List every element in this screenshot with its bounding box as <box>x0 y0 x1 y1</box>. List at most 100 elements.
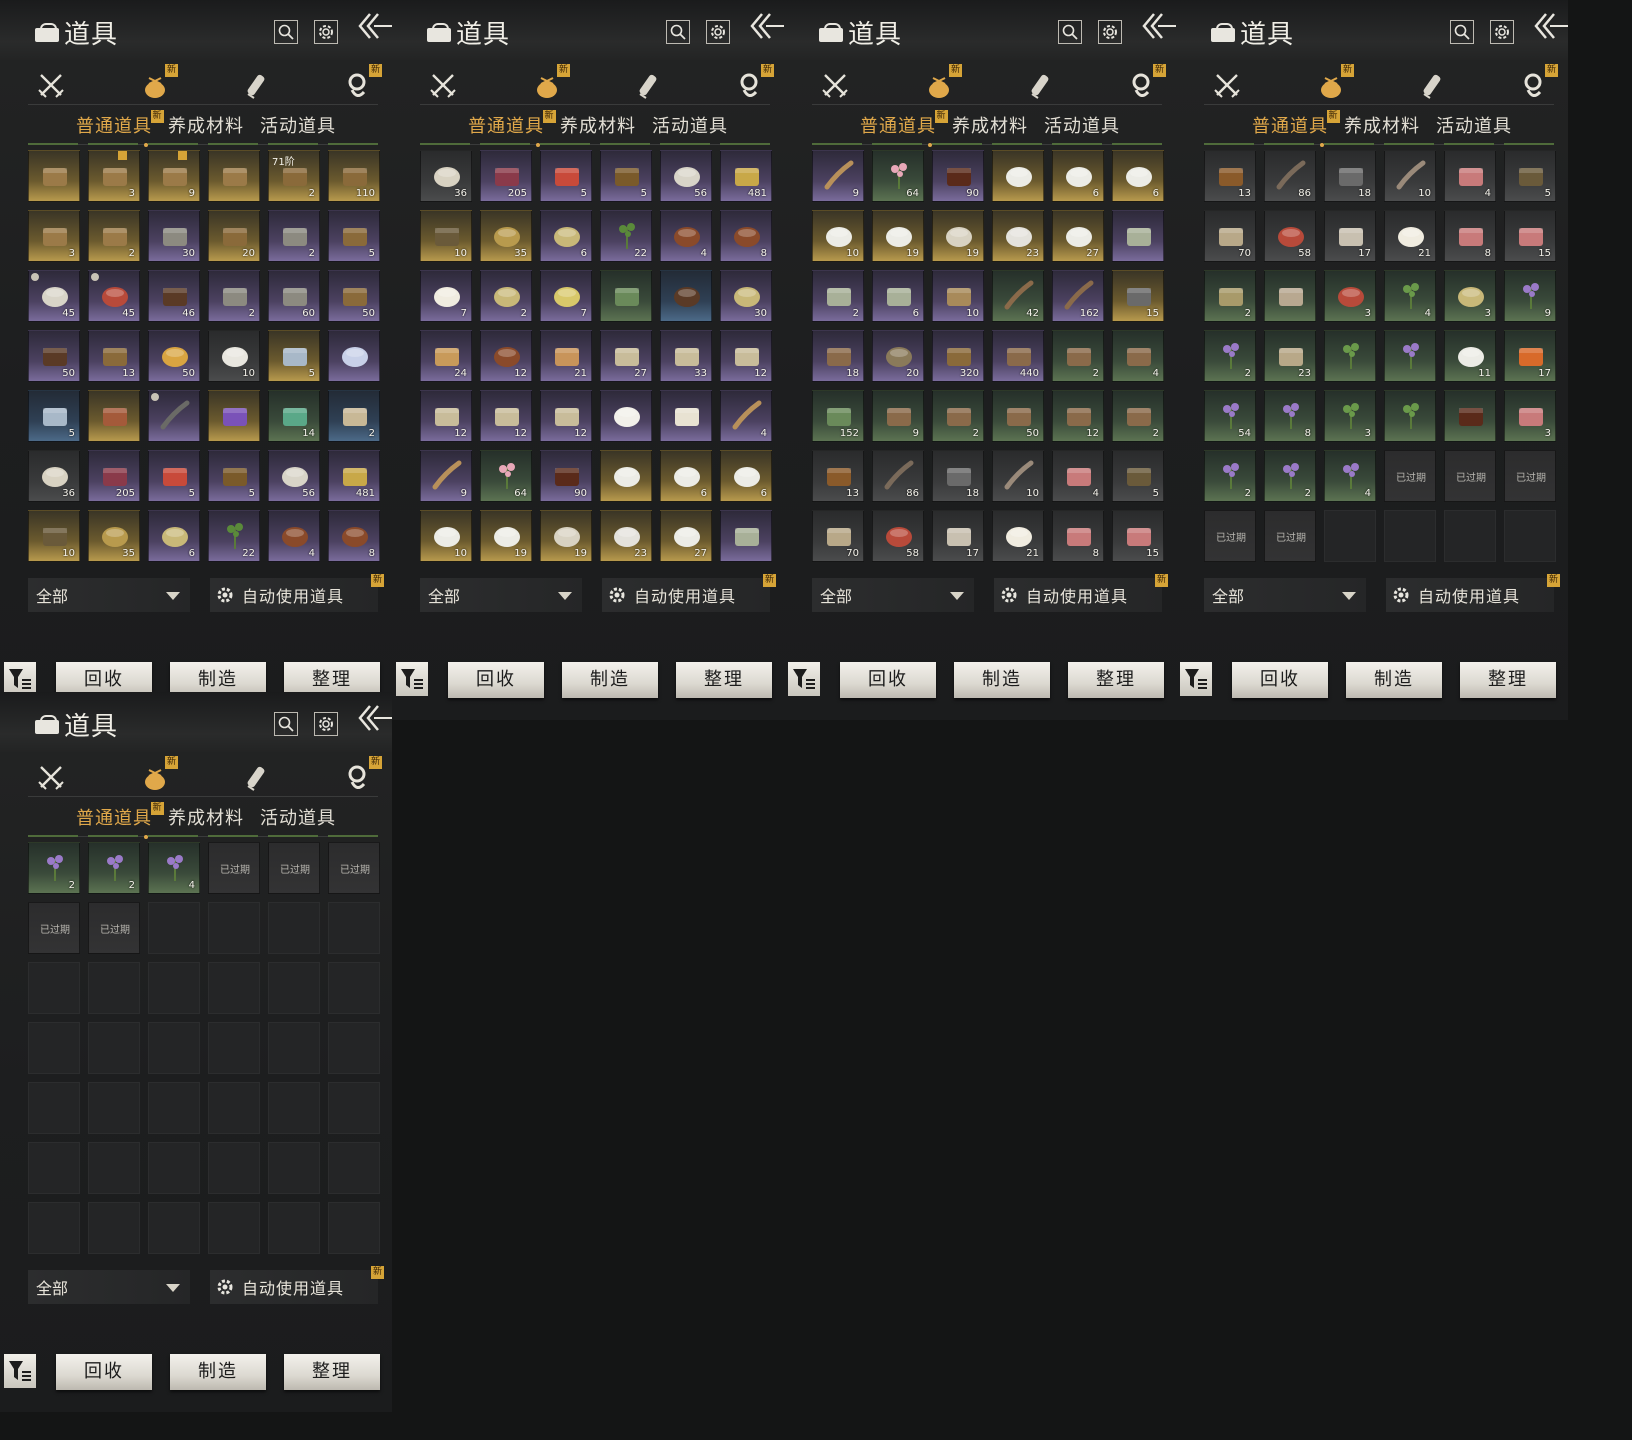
tab-general-items[interactable]: 普通道具 新 <box>76 802 164 830</box>
tab-equipment[interactable] <box>428 70 458 100</box>
filter-button[interactable] <box>4 662 36 696</box>
tab-scrolls[interactable] <box>242 762 272 792</box>
item-slot[interactable]: 6 <box>1112 150 1164 202</box>
item-slot[interactable]: 33 <box>660 330 712 382</box>
item-slot[interactable] <box>1112 210 1164 262</box>
item-slot[interactable]: 9 <box>812 150 864 202</box>
back-button[interactable] <box>356 10 392 42</box>
item-slot[interactable]: 481 <box>328 450 380 502</box>
tab-items[interactable]: 新 <box>532 64 570 100</box>
craft-button[interactable]: 制造 <box>562 662 658 698</box>
tab-materials[interactable]: 养成材料 <box>1344 112 1420 138</box>
item-slot[interactable]: 17 <box>1324 210 1376 262</box>
item-slot[interactable]: 320 <box>932 330 984 382</box>
item-slot[interactable]: 4 <box>1444 150 1496 202</box>
tab-event-items[interactable]: 活动道具 <box>1436 112 1512 138</box>
category-dropdown[interactable]: 全部 <box>812 578 974 612</box>
item-slot[interactable] <box>28 150 80 202</box>
item-slot[interactable] <box>600 450 652 502</box>
auto-use-button[interactable]: 自动使用道具 新 <box>210 1266 384 1304</box>
tab-items[interactable]: 新 <box>140 64 178 100</box>
item-slot[interactable]: 45 <box>28 270 80 322</box>
item-slot[interactable]: 13 <box>88 330 140 382</box>
tab-currency[interactable]: 新 <box>344 64 382 100</box>
item-slot[interactable]: 8 <box>1264 390 1316 442</box>
tab-materials[interactable]: 养成材料 <box>168 112 244 138</box>
item-slot[interactable]: 86 <box>1264 150 1316 202</box>
item-slot[interactable]: 4 <box>1112 330 1164 382</box>
auto-use-button[interactable]: 自动使用道具 新 <box>1386 574 1560 612</box>
item-slot[interactable]: 58 <box>1264 210 1316 262</box>
item-slot[interactable]: 已过期 <box>1204 510 1256 562</box>
item-slot[interactable]: 5 <box>148 450 200 502</box>
item-slot[interactable] <box>600 390 652 442</box>
item-slot[interactable]: 4 <box>1384 270 1436 322</box>
item-slot[interactable]: 2 <box>88 842 140 894</box>
item-slot[interactable] <box>720 510 772 562</box>
craft-button[interactable]: 制造 <box>170 1354 266 1390</box>
settings-button[interactable] <box>1098 20 1122 44</box>
item-slot[interactable] <box>208 150 260 202</box>
sort-button[interactable]: 整理 <box>676 662 772 698</box>
item-slot[interactable]: 7 <box>420 270 472 322</box>
auto-use-button[interactable]: 自动使用道具 新 <box>994 574 1168 612</box>
item-slot[interactable]: 2 <box>932 390 984 442</box>
item-slot[interactable]: 19 <box>872 210 924 262</box>
item-slot[interactable]: 70 <box>812 510 864 562</box>
item-slot[interactable]: 24 <box>420 330 472 382</box>
item-slot[interactable]: 50 <box>992 390 1044 442</box>
item-slot[interactable] <box>600 270 652 322</box>
item-slot[interactable]: 13 <box>1204 150 1256 202</box>
item-slot[interactable]: 36 <box>28 450 80 502</box>
item-slot[interactable]: 18 <box>1324 150 1376 202</box>
item-slot[interactable]: 4 <box>268 510 320 562</box>
item-slot[interactable]: 2 <box>328 390 380 442</box>
item-slot[interactable]: 21 <box>992 510 1044 562</box>
item-slot[interactable]: 9 <box>420 450 472 502</box>
tab-scrolls[interactable] <box>242 70 272 100</box>
back-button[interactable] <box>356 702 392 734</box>
item-slot[interactable]: 205 <box>88 450 140 502</box>
item-slot[interactable] <box>148 390 200 442</box>
back-button[interactable] <box>748 10 784 42</box>
item-slot[interactable]: 已过期 <box>1384 450 1436 502</box>
item-slot[interactable]: 20 <box>208 210 260 262</box>
tab-general-items[interactable]: 普通道具 新 <box>468 110 556 138</box>
tab-general-items[interactable]: 普通道具 新 <box>860 110 948 138</box>
item-slot[interactable]: 64 <box>480 450 532 502</box>
item-slot[interactable]: 50 <box>28 330 80 382</box>
item-slot[interactable]: 5 <box>540 150 592 202</box>
item-slot[interactable]: 9 <box>872 390 924 442</box>
item-slot[interactable]: 15 <box>1112 270 1164 322</box>
category-dropdown[interactable]: 全部 <box>420 578 582 612</box>
item-slot[interactable]: 20 <box>872 330 924 382</box>
item-slot[interactable]: 2 <box>88 210 140 262</box>
item-slot[interactable]: 56 <box>268 450 320 502</box>
item-slot[interactable]: 2 <box>812 270 864 322</box>
category-dropdown[interactable]: 全部 <box>28 578 190 612</box>
item-slot[interactable]: 5 <box>28 390 80 442</box>
item-slot[interactable]: 60 <box>268 270 320 322</box>
tab-items[interactable]: 新 <box>140 756 178 792</box>
item-slot[interactable]: 6 <box>872 270 924 322</box>
item-slot[interactable]: 35 <box>480 210 532 262</box>
item-slot[interactable]: 2 <box>268 210 320 262</box>
item-slot[interactable]: 2 <box>1204 450 1256 502</box>
filter-button[interactable] <box>396 662 428 696</box>
item-slot[interactable]: 6 <box>660 450 712 502</box>
item-slot[interactable]: 30 <box>148 210 200 262</box>
item-slot[interactable] <box>992 150 1044 202</box>
auto-use-button[interactable]: 自动使用道具 新 <box>210 574 384 612</box>
item-slot[interactable]: 6 <box>720 450 772 502</box>
item-slot[interactable]: 12 <box>720 330 772 382</box>
back-button[interactable] <box>1532 10 1568 42</box>
tab-equipment[interactable] <box>36 70 66 100</box>
recycle-button[interactable]: 回收 <box>448 662 544 698</box>
item-slot[interactable]: 152 <box>812 390 864 442</box>
item-slot[interactable]: 已过期 <box>1444 450 1496 502</box>
tab-general-items[interactable]: 普通道具 新 <box>76 110 164 138</box>
item-slot[interactable]: 2 <box>1204 270 1256 322</box>
item-slot[interactable]: 46 <box>148 270 200 322</box>
sort-button[interactable]: 整理 <box>284 1354 380 1390</box>
tab-event-items[interactable]: 活动道具 <box>260 112 336 138</box>
